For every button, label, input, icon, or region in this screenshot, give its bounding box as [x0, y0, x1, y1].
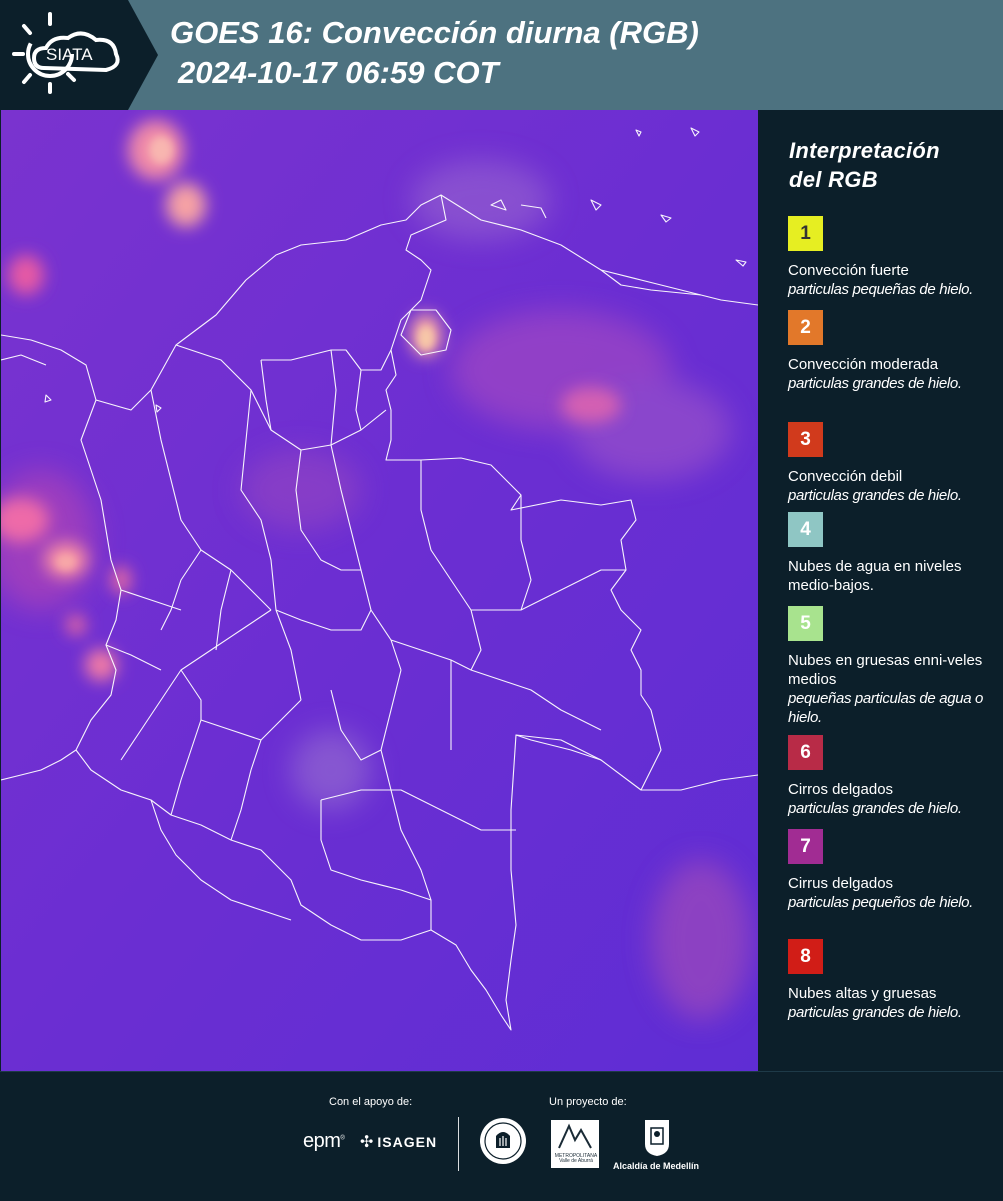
legend-item-desc: particulas grandes de hielo. — [788, 1004, 962, 1021]
map-canvas — [1, 110, 758, 1071]
legend-title-line1: Interpretación — [789, 138, 940, 163]
legend-title: Interpretación del RGB — [789, 136, 989, 194]
legend-item-7: 7 Cirrus delgados particulas pequeños de … — [788, 829, 988, 912]
legend-item-6: 6 Cirros delgados particulas grandes de h… — [788, 735, 988, 818]
legend-item-1: 1 Convección fuerte particulas pequeñas d… — [788, 216, 988, 299]
project-label: Un proyecto de: — [549, 1096, 627, 1108]
alcaldia-shield-icon — [645, 1120, 669, 1156]
epm-logo-text: epm — [303, 1130, 341, 1152]
legend-swatch: 1 — [788, 216, 823, 251]
legend-item-label: Cirros delgados — [788, 781, 894, 798]
legend-swatch: 6 — [788, 735, 823, 770]
header-bar: SIATA GOES 16: Convección diurna (RGB) 2… — [0, 0, 1003, 110]
legend-swatch: 2 — [788, 310, 823, 345]
seal-logo — [480, 1118, 526, 1164]
legend-item-desc: particulas grandes de hielo. — [788, 800, 962, 817]
page-title: GOES 16: Convección diurna (RGB) — [170, 15, 699, 50]
legend-swatch: 3 — [788, 422, 823, 457]
area-logo-icon — [558, 1123, 592, 1149]
legend-panel: Interpretación del RGB 1 Convección fuer… — [758, 110, 1003, 1071]
legend-item-label: Convección debil — [788, 468, 903, 485]
legend-item-label: Nubes en gruesas enni-veles medios — [788, 652, 983, 688]
siata-logo-text: SIATA — [46, 45, 93, 64]
legend-item-label: Nubes de agua en niveles medio-bajos. — [788, 558, 962, 594]
area-logo-text: METROPOLITANA Valle de Aburrá — [554, 1153, 598, 1164]
alcaldia-text: Alcaldía de Medellín — [613, 1161, 700, 1171]
legend-swatch: 8 — [788, 939, 823, 974]
siata-logo: SIATA — [0, 0, 158, 110]
legend-title-line2: del RGB — [789, 167, 878, 192]
legend-item-label: Cirrus delgados — [788, 875, 894, 892]
legend-swatch: 5 — [788, 606, 823, 641]
footer: Con el apoyo de: Un proyecto de: epm® ✣ I… — [0, 1071, 1003, 1201]
legend-item-desc: particulas pequeños de hielo. — [788, 894, 973, 911]
sun-cloud-icon: SIATA — [12, 12, 120, 94]
legend-swatch: 4 — [788, 512, 823, 547]
isagen-logo: ✣ ISAGEN — [360, 1132, 437, 1152]
legend-item-3: 3 Convección debil particulas grandes de … — [788, 422, 988, 505]
legend-item-label: Convección fuerte — [788, 262, 909, 279]
legend-item-desc: particulas grandes de hielo. — [788, 487, 962, 504]
timestamp: 2024-10-17 06:59 COT — [178, 55, 499, 90]
legend-item-8: 8 Nubes altas y gruesas particulas grande… — [788, 939, 988, 1022]
legend-swatch: 7 — [788, 829, 823, 864]
support-label: Con el apoyo de: — [329, 1096, 413, 1108]
legend-item-4: 4 Nubes de agua en niveles medio-bajos. — [788, 512, 988, 595]
legend-item-5: 5 Nubes en gruesas enni-veles medios pequ… — [788, 606, 988, 727]
satellite-map — [1, 110, 758, 1071]
legend-item-desc: particulas grandes de hielo. — [788, 375, 962, 392]
legend-item-desc: pequeñas particulas de agua o hielo. — [788, 690, 984, 726]
legend-item-2: 2 Convección moderada particulas grandes … — [788, 310, 988, 393]
epm-logo: epm® — [303, 1130, 345, 1152]
legend-item-label: Convección moderada — [788, 356, 939, 373]
isagen-logo-text: ISAGEN — [377, 1134, 438, 1150]
isagen-star-icon: ✣ — [360, 1134, 375, 1151]
legend-item-label: Nubes altas y gruesas — [788, 985, 937, 1002]
legend-item-desc: particulas pequeñas de hielo. — [788, 281, 973, 298]
footer-divider — [458, 1117, 459, 1171]
